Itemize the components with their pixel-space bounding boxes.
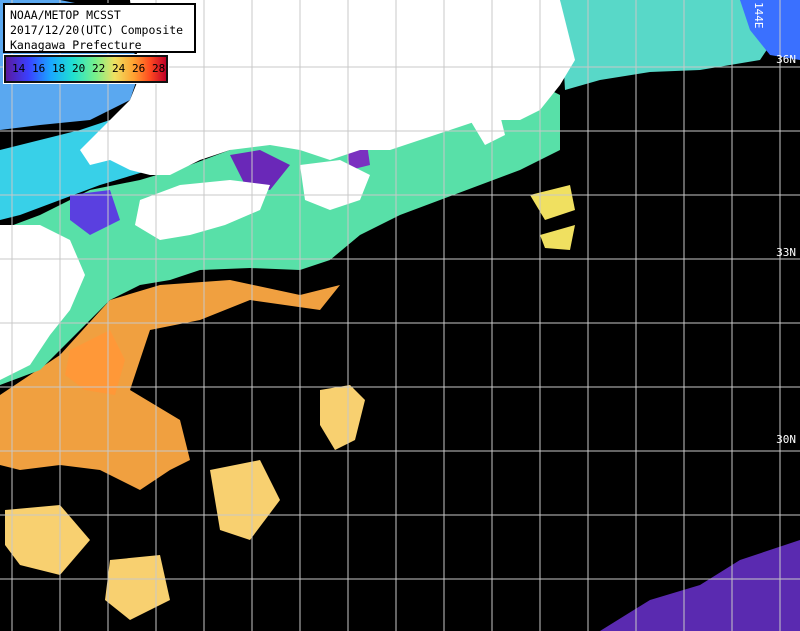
lon-label-144e: 144E xyxy=(752,2,765,29)
scale-label: 26 xyxy=(132,62,146,75)
title-source: NOAA/METOP MCSST xyxy=(10,8,121,22)
lat-label-33n: 33N xyxy=(776,246,796,259)
scale-label: 24 xyxy=(112,62,126,75)
temperature-scale: 14 16 18 20 22 24 26 28 xyxy=(3,54,169,84)
scale-label: 28 xyxy=(152,62,166,75)
lat-label-30n: 30N xyxy=(776,433,796,446)
scale-label: 22 xyxy=(92,62,106,75)
title-date: 2017/12/20(UTC) Composite xyxy=(10,23,184,37)
lon-label-135e: 135E xyxy=(320,2,333,29)
scale-label: 18 xyxy=(52,62,66,75)
scale-label: 16 xyxy=(32,62,46,75)
title-box: NOAA/METOP MCSST 2017/12/20(UTC) Composi… xyxy=(3,3,196,53)
lat-label-36n: 36N xyxy=(776,53,796,66)
scale-label: 14 xyxy=(12,62,26,75)
scale-label: 20 xyxy=(72,62,86,75)
title-region: Kanagawa Prefecture xyxy=(10,38,142,52)
sst-map xyxy=(0,0,800,631)
